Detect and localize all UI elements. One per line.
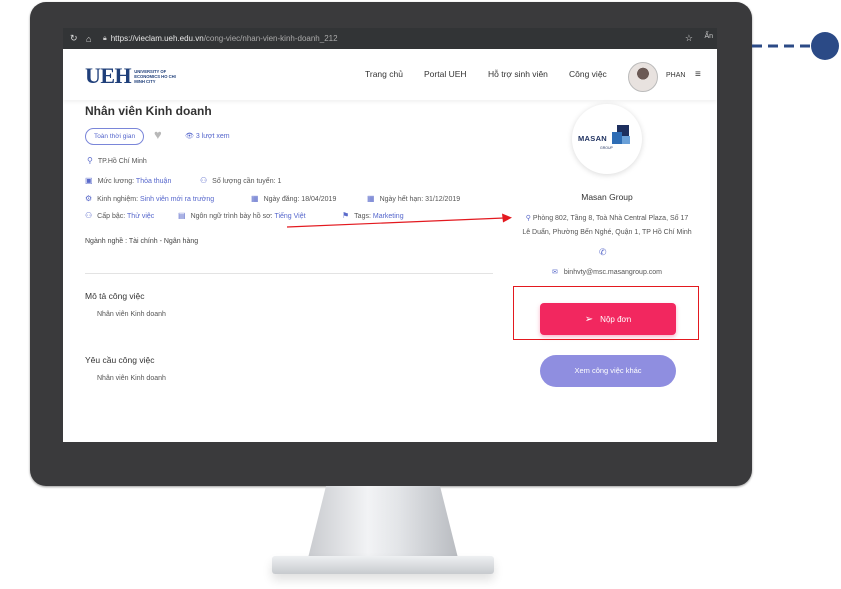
job-industry: Ngành nghề : Tài chính - Ngân hàng: [85, 238, 199, 245]
description-body: Nhân viên Kinh doanh: [97, 311, 166, 318]
calendar-icon: ▦: [251, 194, 259, 203]
phone-icon: ✆: [599, 247, 607, 257]
location-pin-icon: ⚲: [87, 156, 93, 165]
logo-square: [612, 132, 622, 144]
ueh-logo[interactable]: UEH UNIVERSITY OF ECONOMICS HO CHI MINH …: [85, 63, 176, 89]
location-pin-icon: ⚲: [525, 215, 531, 222]
annotation-arrow: [286, 213, 512, 228]
experience-icon: ⚙: [85, 194, 93, 203]
browser-address-bar: ↻ ⌂ 🔒︎ https://vieclam.ueh.edu.vn/cong-v…: [63, 28, 717, 49]
description-title: Mô tả công việc: [85, 291, 145, 301]
money-icon: ▣: [85, 176, 93, 185]
company-email: ✉ binhvty@msc.masangroup.com: [551, 269, 663, 276]
callout-dots: [752, 32, 839, 60]
lock-icon: 🔒︎: [103, 34, 107, 42]
job-quantity: ⚇ Số lượng cần tuyển: 1: [200, 176, 282, 185]
people-icon: ⚇: [85, 211, 93, 220]
nav-ho-tro-sinh-vien[interactable]: Hỗ trợ sinh viên: [488, 69, 548, 79]
send-icon: ➢: [584, 313, 594, 325]
job-posted-date: ▦ Ngày đăng: 18/04/2019: [251, 194, 337, 203]
eye-icon: 👁︎: [185, 133, 194, 140]
calendar-icon: ▦: [367, 194, 375, 203]
heart-icon[interactable]: ♥: [154, 128, 162, 142]
monitor-stand: [308, 486, 458, 558]
other-jobs-button[interactable]: Xem công việc khác: [540, 355, 676, 387]
document-icon: ▤: [178, 211, 186, 220]
url-text[interactable]: https://vieclam.ueh.edu.vn/cong-viec/nha…: [111, 34, 338, 43]
requirements-title: Yêu cầu công việc: [85, 355, 155, 365]
nav-portal-ueh[interactable]: Portal UEH: [424, 69, 467, 79]
user-name[interactable]: PHAN: [666, 72, 685, 79]
screen: ↻ ⌂ 🔒︎ https://vieclam.ueh.edu.vn/cong-v…: [63, 28, 717, 442]
nav-trang-chu[interactable]: Trang chủ: [365, 69, 403, 79]
hamburger-menu-icon[interactable]: ≡: [695, 69, 701, 80]
home-icon[interactable]: ⌂: [86, 34, 95, 44]
job-salary: ▣ Mức lương: Thỏa thuận: [85, 176, 172, 185]
apply-button[interactable]: ➢ Nộp đơn: [540, 303, 676, 335]
job-type-badge: Toàn thời gian: [85, 128, 144, 145]
reload-icon[interactable]: ↻: [70, 33, 79, 44]
job-detail: Nhân viên Kinh doanh Toàn thời gian ♥ 👁︎…: [63, 100, 717, 442]
divider: [85, 273, 493, 274]
job-deadline: ▦ Ngày hết hạn: 31/12/2019: [367, 194, 461, 203]
requirements-body: Nhân viên Kinh doanh: [97, 375, 166, 382]
job-level: ⚇ Cấp bậc: Thử việc: [85, 211, 155, 220]
monitor-base: [272, 556, 494, 574]
avatar[interactable]: [628, 62, 658, 92]
mail-icon: ✉: [551, 269, 558, 276]
company-address: ⚲ Phòng 802, Tầng 8, Toà Nhà Central Pla…: [522, 215, 692, 236]
site-header: UEH UNIVERSITY OF ECONOMICS HO CHI MINH …: [63, 49, 717, 100]
company-name[interactable]: Masan Group: [513, 192, 701, 202]
job-location: ⚲ TP.Hồ Chí Minh: [87, 156, 147, 165]
job-experience: ⚙ Kinh nghiệm: Sinh viên mới ra trường: [85, 194, 215, 203]
job-title: Nhân viên Kinh doanh: [85, 104, 212, 118]
bookmark-star-icon[interactable]: ☆: [685, 33, 693, 44]
incognito-label: Ẩn: [704, 33, 713, 40]
company-logo[interactable]: MASAN GROUP: [572, 104, 642, 174]
people-icon: ⚇: [200, 176, 208, 185]
logo-square: [622, 136, 630, 144]
nav-cong-viec[interactable]: Công việc: [569, 69, 607, 79]
view-count: 👁︎ 3 lượt xem: [185, 133, 230, 140]
